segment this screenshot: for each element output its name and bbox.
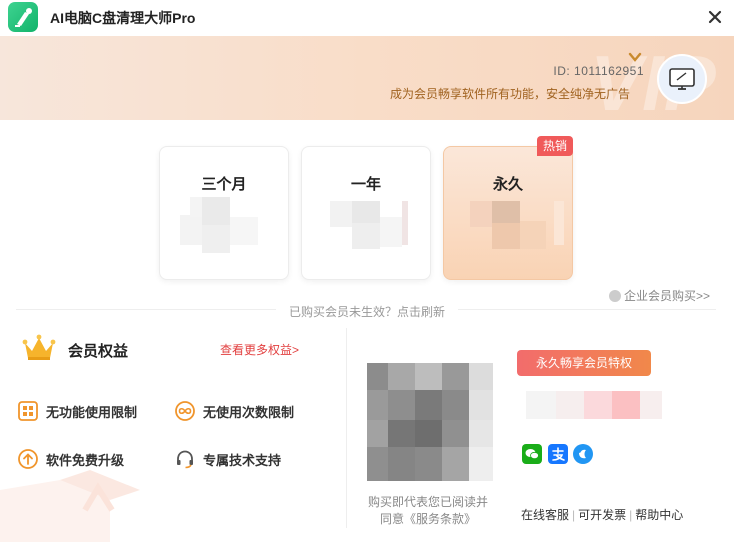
plan-price-blurred xyxy=(180,197,266,253)
enterprise-label: 企业会员购买>> xyxy=(624,289,711,303)
headset-icon xyxy=(175,449,195,469)
enterprise-purchase-link[interactable]: 企业会员购买>> xyxy=(609,287,710,304)
agreement-prefix: 同意 xyxy=(379,512,404,526)
online-support-link[interactable]: 在线客服 xyxy=(521,508,569,522)
plan-card-lifetime[interactable]: 永久 xyxy=(443,146,573,280)
vip-banner: VIP ID: 1011162951 成为会员畅享软件所有功能，安全纯净无广告 xyxy=(0,36,734,120)
help-center-link[interactable]: 帮助中心 xyxy=(635,508,683,522)
footer-links: 在线客服 | 可开发票 | 帮助中心 xyxy=(521,506,683,523)
refresh-link[interactable]: 已购买会员未生效？点击刷新 xyxy=(0,303,734,320)
wechat-pay-icon[interactable] xyxy=(522,444,542,464)
gift-decoration xyxy=(0,460,150,542)
monitor-icon xyxy=(669,68,695,90)
lifetime-vip-button[interactable]: 永久畅享会员特权 xyxy=(517,350,651,376)
title-bar: AI电脑C盘清理大师Pro xyxy=(0,0,734,36)
close-icon xyxy=(708,10,722,24)
terms-link[interactable]: 《服务条款》 xyxy=(404,512,476,526)
agreement-text: 购买即代表您已阅读并 同意《服务条款》 xyxy=(358,494,498,528)
plan-name: 一年 xyxy=(350,176,381,193)
plan-card-one-year[interactable]: 一年 xyxy=(301,146,431,280)
hot-badge: 热销 xyxy=(537,136,573,156)
crown-icon xyxy=(22,334,56,362)
chevron-down-icon[interactable] xyxy=(628,50,642,62)
user-id: ID: 1011162951 xyxy=(553,64,644,78)
separator: | xyxy=(572,508,576,522)
benefits-title: 会员权益 xyxy=(68,343,129,360)
benefit-label: 无功能使用限制 xyxy=(46,405,138,420)
plan-name: 三个月 xyxy=(201,176,247,193)
grid-icon xyxy=(18,401,38,421)
app-logo-icon xyxy=(8,2,38,32)
benefit-label: 专属技术支持 xyxy=(203,453,282,468)
infinity-icon xyxy=(175,401,195,421)
agreement-line-2: 同意《服务条款》 xyxy=(358,511,498,528)
plan-price-blurred xyxy=(322,197,408,253)
separator: | xyxy=(629,508,633,522)
alipay-icon[interactable] xyxy=(548,444,568,464)
close-button[interactable] xyxy=(704,6,726,28)
price-blurred xyxy=(526,391,666,419)
more-benefits-link[interactable]: 查看更多权益> xyxy=(220,341,299,358)
payment-qr-code xyxy=(367,363,493,481)
app-title: AI电脑C盘清理大师Pro xyxy=(50,10,196,26)
invoice-link[interactable]: 可开发票 xyxy=(578,508,626,522)
other-pay-icon[interactable] xyxy=(573,444,593,464)
plan-card-three-months[interactable]: 三个月 xyxy=(159,146,289,280)
plan-name: 永久 xyxy=(492,176,523,193)
avatar[interactable] xyxy=(657,54,707,104)
agreement-line-1: 购买即代表您已阅读并 xyxy=(367,495,488,509)
benefit-label: 无使用次数限制 xyxy=(203,405,295,420)
info-icon xyxy=(609,290,621,302)
plan-price-blurred xyxy=(464,197,564,253)
vertical-divider xyxy=(346,328,347,528)
vip-description: 成为会员畅享软件所有功能，安全纯净无广告 xyxy=(389,87,630,101)
